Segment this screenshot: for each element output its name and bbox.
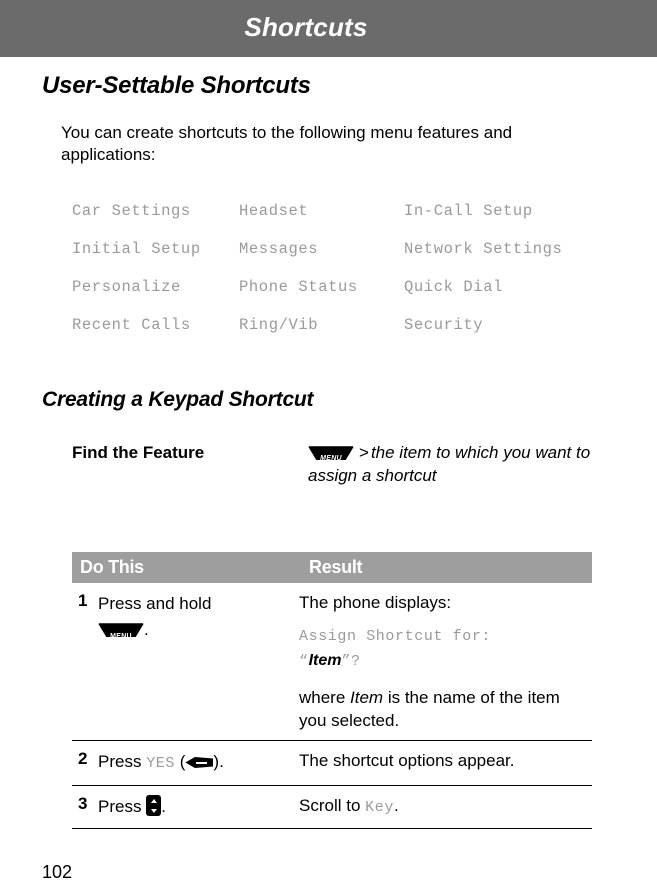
feature-list: Car Settings Headset In-Call Setup Initi… <box>72 202 592 354</box>
feature-item: In-Call Setup <box>404 202 533 220</box>
step-result-intro: The phone displays: <box>299 593 452 612</box>
section-heading-creating-keypad-shortcut: Creating a Keypad Shortcut <box>42 388 314 411</box>
page-running-header: Shortcuts <box>0 0 657 57</box>
step-result: The phone displays: Assign Shortcut for:… <box>299 591 586 732</box>
table-row: 3 Press . Scroll to Key. <box>72 786 592 829</box>
step-action-text: Press <box>98 752 147 771</box>
feature-item: Headset <box>239 202 309 220</box>
feature-item: Car Settings <box>72 202 191 220</box>
steps-table-header-row: Do This Result <box>72 552 592 583</box>
find-the-feature-path: MENU > the item to which you want to assi… <box>308 441 592 487</box>
step-number: 3 <box>78 794 88 813</box>
display-line-1: Assign Shortcut for: <box>299 628 492 645</box>
soft-key-icon <box>185 756 214 769</box>
step-action-suffix: . <box>161 797 166 816</box>
step-result: The shortcut options appear. <box>299 751 515 770</box>
page-number: 102 <box>42 862 73 882</box>
feature-list-row: Initial Setup Messages Network Settings <box>72 240 592 278</box>
menu-key-icon: MENU <box>98 622 144 640</box>
feature-item: Messages <box>239 240 319 258</box>
feature-list-row: Personalize Phone Status Quick Dial <box>72 278 592 316</box>
note-prefix: where <box>299 688 351 707</box>
scroll-key-icon <box>146 795 162 816</box>
page-header-title: Shortcuts <box>244 12 368 42</box>
step-action: Press . <box>98 794 299 820</box>
display-quote-close: ”? <box>341 653 361 670</box>
step-action-suffix: . <box>219 752 224 771</box>
step-action-text: Press <box>98 797 147 816</box>
find-the-feature-label: Find the Feature <box>72 443 205 462</box>
section-heading-user-settable: User-Settable Shortcuts <box>42 72 311 99</box>
step-action-code: YES <box>146 755 175 772</box>
step-number: 2 <box>78 749 88 768</box>
feature-item: Personalize <box>72 278 181 296</box>
step-result-note: where Item is the name of the item you s… <box>299 686 586 732</box>
feature-item: Ring/Vib <box>239 316 319 334</box>
feature-list-row: Recent Calls Ring/Vib Security <box>72 316 592 354</box>
menu-key-icon: MENU <box>308 445 354 462</box>
steps-table: Do This Result 1 Press and hold MENU . T… <box>72 552 592 829</box>
table-row: 1 Press and hold MENU . The phone displa… <box>72 583 592 741</box>
feature-item: Security <box>404 316 484 334</box>
note-emphasis: Item <box>350 688 384 707</box>
step-action-suffix: . <box>144 620 149 639</box>
display-quote-open: “ <box>299 653 309 670</box>
display-item-placeholder: Item <box>308 652 342 669</box>
column-header-result: Result <box>309 557 363 577</box>
feature-list-row: Car Settings Headset In-Call Setup <box>72 202 592 240</box>
step-action: Press YES (). <box>98 752 224 772</box>
feature-item: Initial Setup <box>72 240 201 258</box>
feature-item: Phone Status <box>239 278 358 296</box>
step-action: Press and hold MENU . <box>98 591 299 732</box>
column-header-do-this: Do This <box>80 557 144 577</box>
feature-item: Network Settings <box>404 240 563 258</box>
phone-display-text: Assign Shortcut for: “Item”? <box>299 623 586 673</box>
table-row: 2 Press YES (). The shortcut options app… <box>72 741 592 786</box>
path-separator: > <box>359 443 369 462</box>
step-result: Scroll to Key. <box>299 794 586 820</box>
intro-paragraph: You can create shortcuts to the followin… <box>61 123 513 164</box>
feature-item: Quick Dial <box>404 278 504 296</box>
result-code: Key <box>365 799 394 816</box>
step-action-text: Press and hold <box>98 594 212 613</box>
result-suffix: . <box>393 796 399 815</box>
feature-item: Recent Calls <box>72 316 191 334</box>
result-prefix: Scroll to <box>299 796 366 815</box>
step-number: 1 <box>78 591 88 610</box>
